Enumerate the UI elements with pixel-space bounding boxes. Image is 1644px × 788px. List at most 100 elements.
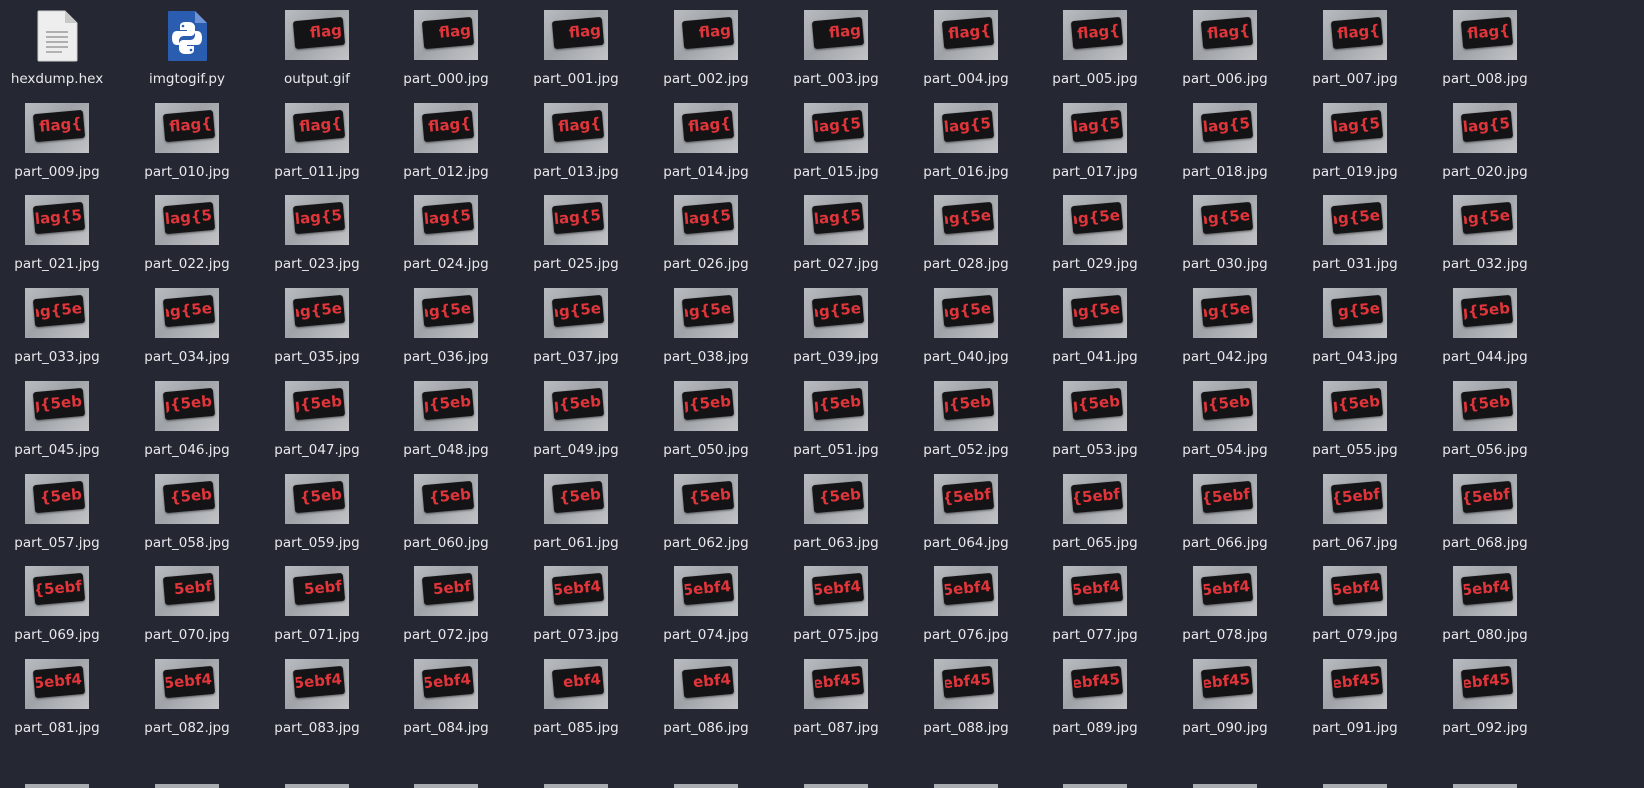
file-item[interactable]: ebf45 part_089.jpg xyxy=(1030,649,1160,743)
file-item[interactable]: g{5eb part_047.jpg xyxy=(252,371,382,465)
file-item[interactable]: {5ebf part_065.jpg xyxy=(1030,464,1160,558)
file-item[interactable]: ebf45 part_087.jpg xyxy=(771,649,901,743)
file-item[interactable]: flag part_002.jpg xyxy=(641,0,771,94)
file-item[interactable]: g{5eb part_051.jpg xyxy=(771,371,901,465)
file-item[interactable]: {5eb part_057.jpg xyxy=(0,464,122,558)
file-item[interactable]: ag{5e part_038.jpg xyxy=(641,278,771,372)
file-item[interactable]: lag{5e part_031.jpg xyxy=(1290,185,1420,279)
file-item[interactable]: 5ebf4 part_077.jpg xyxy=(1030,556,1160,650)
image-thumbnail[interactable] xyxy=(804,784,868,788)
file-item[interactable]: 5ebf part_072.jpg xyxy=(381,556,511,650)
file-item[interactable]: g{5eb part_044.jpg xyxy=(1420,278,1550,372)
file-item[interactable]: ebf45 part_088.jpg xyxy=(901,649,1031,743)
file-item[interactable]: lag{5e part_030.jpg xyxy=(1160,185,1290,279)
file-item[interactable]: ag{5e part_035.jpg xyxy=(252,278,382,372)
file-item[interactable]: flag{5 part_019.jpg xyxy=(1290,93,1420,187)
file-item[interactable]: lag{5 part_026.jpg xyxy=(641,185,771,279)
file-item[interactable]: g{5eb part_049.jpg xyxy=(511,371,641,465)
image-thumbnail[interactable] xyxy=(1063,784,1127,788)
file-item[interactable]: 5ebf4 part_075.jpg xyxy=(771,556,901,650)
file-item[interactable]: 5ebf4 part_082.jpg xyxy=(122,649,252,743)
image-thumbnail[interactable] xyxy=(934,784,998,788)
file-item[interactable]: lag{5e part_029.jpg xyxy=(1030,185,1160,279)
file-item[interactable]: ag{5e part_033.jpg xyxy=(0,278,122,372)
file-item[interactable]: ag{5e part_039.jpg xyxy=(771,278,901,372)
file-item[interactable]: 5ebf4 part_079.jpg xyxy=(1290,556,1420,650)
file-item[interactable]: g{5eb part_056.jpg xyxy=(1420,371,1550,465)
file-item[interactable]: flag{part_006.jpg xyxy=(1160,0,1290,94)
file-item[interactable]: {5ebf part_068.jpg xyxy=(1420,464,1550,558)
file-item[interactable]: 5ebf4 part_080.jpg xyxy=(1420,556,1550,650)
file-item[interactable]: g{5eb part_048.jpg xyxy=(381,371,511,465)
file-item[interactable]: lag{5 part_024.jpg xyxy=(381,185,511,279)
file-item[interactable]: flag{5 part_022.jpg xyxy=(122,185,252,279)
file-item[interactable]: lag{5e part_028.jpg xyxy=(901,185,1031,279)
file-item[interactable]: ag{5e part_042.jpg xyxy=(1160,278,1290,372)
file-item[interactable]: ebf4 part_086.jpg xyxy=(641,649,771,743)
file-item[interactable]: g{5e part_043.jpg xyxy=(1290,278,1420,372)
file-item[interactable]: ebf4 part_085.jpg xyxy=(511,649,641,743)
file-item[interactable]: 5ebf part_071.jpg xyxy=(252,556,382,650)
image-thumbnail[interactable] xyxy=(414,784,478,788)
file-item[interactable]: 5ebf4 part_073.jpg xyxy=(511,556,641,650)
image-thumbnail[interactable] xyxy=(155,784,219,788)
file-item[interactable]: flag{part_012.jpg xyxy=(381,93,511,187)
file-item[interactable]: g{5eb part_050.jpg xyxy=(641,371,771,465)
file-item[interactable]: imgtogif.py xyxy=(122,0,252,94)
file-item[interactable]: ag{5e part_037.jpg xyxy=(511,278,641,372)
image-thumbnail[interactable] xyxy=(544,784,608,788)
file-item[interactable]: 5ebf4 part_078.jpg xyxy=(1160,556,1290,650)
file-item[interactable]: flag{5 part_017.jpg xyxy=(1030,93,1160,187)
file-item[interactable]: ebf45 part_090.jpg xyxy=(1160,649,1290,743)
image-thumbnail[interactable] xyxy=(1323,784,1387,788)
file-item[interactable]: {5ebf part_066.jpg xyxy=(1160,464,1290,558)
file-item[interactable]: flag{5 part_016.jpg xyxy=(901,93,1031,187)
file-item[interactable]: 5ebf4 part_076.jpg xyxy=(901,556,1031,650)
file-item[interactable]: flag{5 part_015.jpg xyxy=(771,93,901,187)
file-item[interactable]: ag{5e part_034.jpg xyxy=(122,278,252,372)
file-item[interactable]: flag{part_007.jpg xyxy=(1290,0,1420,94)
file-item[interactable]: g{5eb part_045.jpg xyxy=(0,371,122,465)
file-item[interactable]: lag{5 part_025.jpg xyxy=(511,185,641,279)
file-item[interactable]: hexdump.hex xyxy=(0,0,122,94)
file-item[interactable]: 5ebf4 part_074.jpg xyxy=(641,556,771,650)
file-item[interactable]: flag part_001.jpg xyxy=(511,0,641,94)
file-item[interactable]: 5ebf part_070.jpg xyxy=(122,556,252,650)
file-item[interactable]: {5ebf part_067.jpg xyxy=(1290,464,1420,558)
file-item[interactable]: g{5eb part_055.jpg xyxy=(1290,371,1420,465)
file-item[interactable]: flag{part_011.jpg xyxy=(252,93,382,187)
file-item[interactable]: g{5eb part_052.jpg xyxy=(901,371,1031,465)
file-item[interactable]: 5ebf4 part_083.jpg xyxy=(252,649,382,743)
file-item[interactable]: flag part_003.jpg xyxy=(771,0,901,94)
file-item[interactable]: ag{5e part_041.jpg xyxy=(1030,278,1160,372)
file-item[interactable]: flag{5 part_018.jpg xyxy=(1160,93,1290,187)
file-item[interactable]: flag{part_008.jpg xyxy=(1420,0,1550,94)
image-thumbnail[interactable] xyxy=(674,784,738,788)
file-item[interactable]: ebf45 part_091.jpg xyxy=(1290,649,1420,743)
file-item[interactable]: flag{5 part_021.jpg xyxy=(0,185,122,279)
image-thumbnail[interactable] xyxy=(285,784,349,788)
file-item[interactable]: flag{part_013.jpg xyxy=(511,93,641,187)
file-item[interactable]: flag{part_004.jpg xyxy=(901,0,1031,94)
file-item[interactable]: ebf45 part_092.jpg xyxy=(1420,649,1550,743)
file-item[interactable]: g{5eb part_046.jpg xyxy=(122,371,252,465)
file-item[interactable]: {5ebf part_064.jpg xyxy=(901,464,1031,558)
file-item[interactable]: {5eb part_063.jpg xyxy=(771,464,901,558)
file-item[interactable]: ag{5e part_036.jpg xyxy=(381,278,511,372)
file-item[interactable]: {5eb part_058.jpg xyxy=(122,464,252,558)
file-item[interactable]: 5ebf4 part_084.jpg xyxy=(381,649,511,743)
file-item[interactable]: {5eb part_059.jpg xyxy=(252,464,382,558)
file-item[interactable]: g{5eb part_054.jpg xyxy=(1160,371,1290,465)
file-item[interactable]: g{5eb part_053.jpg xyxy=(1030,371,1160,465)
file-item[interactable]: flag{5 part_023.jpg xyxy=(252,185,382,279)
image-thumbnail[interactable] xyxy=(1193,784,1257,788)
file-item[interactable]: {5eb part_061.jpg xyxy=(511,464,641,558)
file-item[interactable]: flag{part_010.jpg xyxy=(122,93,252,187)
file-item[interactable]: {5eb part_062.jpg xyxy=(641,464,771,558)
file-item[interactable]: flag{part_014.jpg xyxy=(641,93,771,187)
file-item[interactable]: flag part_000.jpg xyxy=(381,0,511,94)
file-item[interactable]: flag output.gif xyxy=(252,0,382,94)
file-item[interactable]: lag{5 part_027.jpg xyxy=(771,185,901,279)
file-item[interactable]: 5ebf4 part_081.jpg xyxy=(0,649,122,743)
file-item[interactable]: {5eb part_060.jpg xyxy=(381,464,511,558)
